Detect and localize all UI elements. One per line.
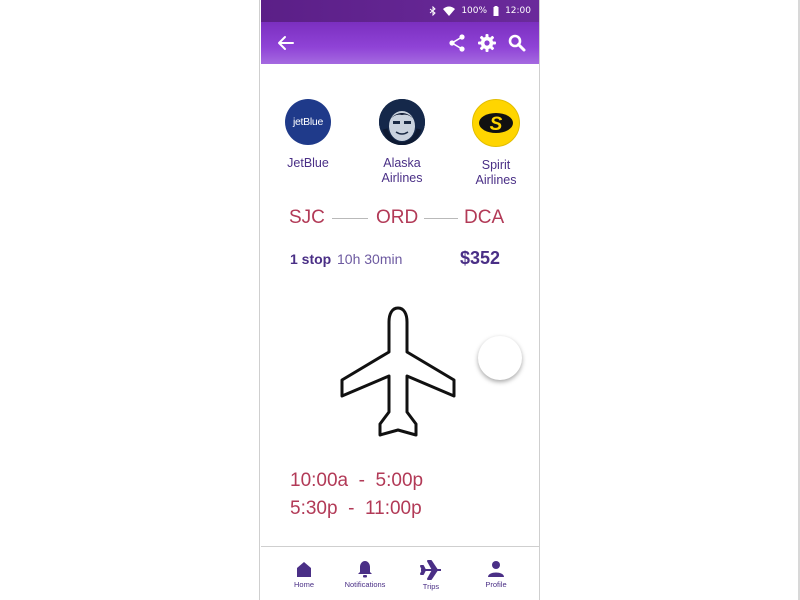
share-icon[interactable] bbox=[447, 33, 467, 53]
home-icon bbox=[297, 562, 311, 577]
nav-label: Home bbox=[293, 580, 314, 589]
flight-price: $352 bbox=[460, 248, 501, 268]
bluetooth-icon bbox=[429, 6, 437, 16]
airline-alaska[interactable]: Alaska Airlines bbox=[362, 99, 442, 186]
plane-icon bbox=[336, 304, 460, 440]
jetblue-logo-text: jetBlue bbox=[292, 116, 323, 128]
right-backdrop bbox=[539, 0, 800, 600]
nav-profile[interactable]: Profile bbox=[466, 560, 526, 589]
status-bar: 100% 12:00 bbox=[261, 0, 539, 22]
airline-name: JetBlue bbox=[287, 156, 329, 170]
flight-times: 10:00a - 5:00p 5:30p - 11:00p bbox=[290, 467, 510, 523]
nav-label: Profile bbox=[485, 580, 507, 589]
clock: 12:00 bbox=[505, 6, 531, 16]
route-divider bbox=[332, 218, 368, 219]
app-bar bbox=[261, 22, 539, 64]
nav-home[interactable]: Home bbox=[274, 560, 334, 589]
phone-screen: 100% 12:00 jetBlue JetBlue Alaska Airlin… bbox=[261, 0, 539, 600]
floating-action-button[interactable] bbox=[478, 336, 522, 380]
flight-summary: 1 stop 10h 30min $352 bbox=[290, 248, 510, 272]
destination-code: DCA bbox=[464, 207, 505, 228]
stops-count: 1 stop bbox=[290, 251, 332, 267]
nav-trips[interactable]: Trips bbox=[401, 560, 461, 591]
stop-code: ORD bbox=[376, 207, 419, 228]
wifi-icon bbox=[443, 6, 456, 16]
battery-icon bbox=[493, 6, 499, 16]
left-backdrop bbox=[0, 0, 260, 600]
jetblue-logo: jetBlue bbox=[285, 99, 331, 145]
search-icon[interactable] bbox=[507, 33, 527, 53]
airline-jetblue[interactable]: jetBlue JetBlue bbox=[268, 99, 348, 171]
back-arrow-icon[interactable] bbox=[275, 32, 297, 54]
bell-icon bbox=[358, 561, 372, 578]
flight-duration: 10h 30min bbox=[337, 251, 403, 267]
airline-name: Alaska Airlines bbox=[381, 156, 423, 185]
bottom-navigation: Home Notifications Trips Profile bbox=[261, 546, 539, 600]
time-segment-2: 5:30p - 11:00p bbox=[290, 498, 422, 519]
spirit-logo-letter: S bbox=[490, 114, 503, 135]
gear-icon[interactable] bbox=[477, 33, 497, 53]
nav-label: Notifications bbox=[344, 580, 386, 589]
plane-icon bbox=[420, 560, 441, 580]
airline-spirit[interactable]: S Spirit Airlines bbox=[456, 99, 536, 188]
route-divider bbox=[424, 218, 458, 219]
time-segment-1: 10:00a - 5:00p bbox=[290, 470, 424, 491]
battery-level: 100% bbox=[461, 6, 488, 16]
alaska-airlines-logo bbox=[379, 99, 425, 145]
nav-notifications[interactable]: Notifications bbox=[335, 560, 395, 589]
airline-list: jetBlue JetBlue Alaska Airlines S Spirit… bbox=[261, 99, 539, 194]
origin-code: SJC bbox=[289, 207, 325, 228]
route: SJC ORD DCA bbox=[289, 207, 529, 231]
airline-name: Spirit Airlines bbox=[475, 158, 517, 187]
spirit-airlines-logo: S bbox=[472, 99, 520, 147]
person-icon bbox=[488, 561, 504, 577]
nav-label: Trips bbox=[422, 582, 440, 591]
